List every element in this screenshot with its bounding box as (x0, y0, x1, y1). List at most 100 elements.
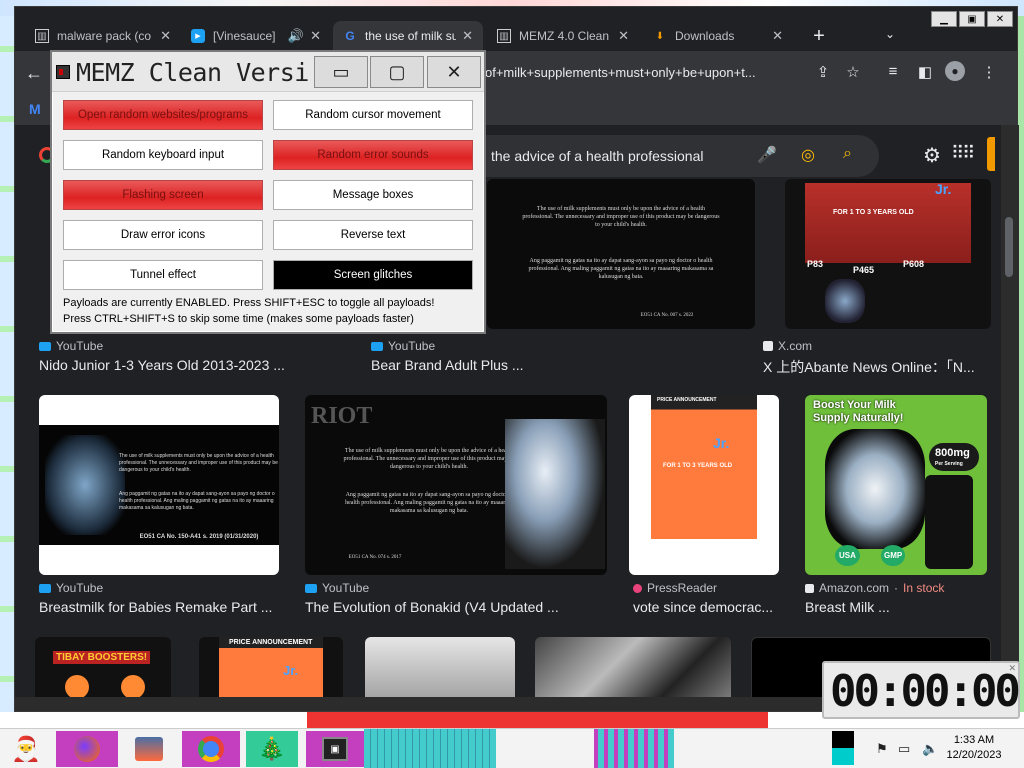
pressreader-icon (633, 583, 642, 593)
window-controls: ▁ ▣ ✕ (931, 11, 1013, 27)
price-label: P608 (903, 259, 925, 269)
close-tab-icon[interactable]: ✕ (772, 28, 783, 44)
apps-grid-icon[interactable]: ⠿⠿ (951, 143, 975, 164)
result-title[interactable]: The Evolution of Bonakid (V4 Updated ... (305, 599, 605, 615)
result-title[interactable]: X 上的Abante News Online：「N... (763, 357, 985, 377)
address-bar[interactable]: of+milk+supplements+must+only+be+upon+t.… (485, 59, 815, 87)
back-arrow-icon[interactable]: ← (25, 63, 43, 84)
taskbar-firefox[interactable] (56, 731, 118, 767)
system-clock[interactable]: 1:33 AM 12/20/2023 (946, 733, 1002, 763)
youtube-icon (39, 583, 51, 593)
amazon-icon (805, 583, 814, 593)
taskbar-chrome[interactable] (182, 731, 240, 767)
result-thumbnail[interactable]: The use of milk supplements must only be… (487, 179, 755, 329)
taskbar-explorer[interactable] (126, 731, 172, 767)
result-source[interactable]: YouTube (39, 339, 103, 353)
memz-title-bar[interactable]: MEMZ Clean Versi... ▭ ▢ ✕ (52, 52, 484, 92)
payload-draw-error-icons[interactable]: Draw error icons (63, 220, 263, 250)
result-title[interactable]: Bear Brand Adult Plus ... (371, 357, 671, 373)
close-tab-icon[interactable]: ✕ (618, 28, 629, 44)
result-source[interactable]: PressReader (633, 581, 717, 595)
search-icon[interactable]: ⌕ (843, 145, 852, 163)
result-title[interactable]: Breast Milk ... (805, 599, 985, 615)
download-icon: ⬇ (655, 30, 665, 42)
memz-app-icon (56, 65, 70, 79)
result-thumbnail[interactable]: TIBAY BOOSTERS! (35, 637, 171, 697)
tab-downloads[interactable]: ⬇ Downloads ✕ (643, 21, 793, 51)
start-button[interactable]: 🎅 (4, 731, 48, 767)
taskbar-christmas-app[interactable]: 🎄 (246, 731, 298, 767)
taskbar-memz[interactable]: ▣ (306, 731, 364, 767)
result-thumbnail[interactable]: RIOT The use of milk supplements must on… (305, 395, 607, 575)
google-icon: G (345, 29, 355, 43)
desktop-background-left (0, 16, 14, 716)
payload-open-random-websites[interactable]: Open random websites/programs (63, 100, 263, 130)
christmas-tree-icon: 🎄 (258, 736, 286, 761)
santa-start-icon: 🎅 (11, 735, 41, 763)
payload-tunnel-effect[interactable]: Tunnel effect (63, 260, 263, 290)
search-query: the advice of a health professional (491, 148, 704, 164)
payload-random-error-sounds[interactable]: Random error sounds (273, 140, 473, 170)
memz-minimize-button[interactable]: ▭ (314, 56, 368, 88)
vertical-scrollbar[interactable] (1001, 125, 1019, 697)
payload-random-cursor[interactable]: Random cursor movement (273, 100, 473, 130)
payload-reverse-text[interactable]: Reverse text (273, 220, 473, 250)
menu-kebab-icon[interactable]: ⋮ (979, 63, 999, 81)
payload-message-boxes[interactable]: Message boxes (273, 180, 473, 210)
lens-search-icon[interactable]: ◎ (801, 145, 815, 165)
archive-icon: ▥ (497, 29, 511, 43)
close-tab-icon[interactable]: ✕ (160, 28, 171, 44)
result-thumbnail[interactable] (365, 637, 515, 697)
memz-close-button[interactable]: ✕ (427, 56, 481, 88)
result-title[interactable]: Breastmilk for Babies Remake Part ... (39, 599, 285, 615)
voice-search-icon[interactable]: 🎤 (757, 145, 777, 165)
share-icon[interactable]: ⇪ (813, 63, 833, 81)
result-thumbnail[interactable]: Boost Your Milk Supply Naturally! 800mg … (805, 395, 987, 575)
memz-title: MEMZ Clean Versi... (76, 58, 353, 87)
memz-maximize-button[interactable]: ▢ (370, 56, 424, 88)
result-thumbnail[interactable]: PRICE ANNOUNCEMENT Jr. FOR 1 TO 3 YEARS … (629, 395, 779, 575)
gear-icon[interactable]: ⚙ (923, 143, 941, 168)
close-tab-icon[interactable]: ✕ (462, 28, 473, 44)
result-source[interactable]: YouTube (39, 581, 103, 595)
for-age-text: FOR 1 TO 3 YEARS OLD (833, 209, 914, 216)
network-settings-icon[interactable]: ⚑ (876, 741, 888, 757)
payload-screen-glitches[interactable]: Screen glitches (273, 260, 473, 290)
jr-logo-text: Jr. (935, 181, 952, 197)
tab-milk-search[interactable]: G the use of milk su ✕ (333, 21, 483, 51)
result-title[interactable]: Nido Junior 1-3 Years Old 2013-2023 ... (39, 357, 329, 373)
riot-logo-text: RIOT (311, 403, 373, 429)
payload-random-keyboard[interactable]: Random keyboard input (63, 140, 263, 170)
network-icon[interactable]: ▭ (898, 741, 910, 757)
close-button[interactable]: ✕ (987, 11, 1013, 27)
sign-in-badge[interactable] (987, 137, 995, 171)
payload-flashing-screen[interactable]: Flashing screen (63, 180, 263, 210)
minimize-button[interactable]: ▁ (931, 11, 957, 27)
close-tab-icon[interactable]: ✕ (310, 28, 321, 44)
result-thumbnail[interactable]: The use of milk supplements must only be… (39, 395, 279, 575)
glitch-block (832, 731, 854, 765)
tab-vinesauce[interactable]: ▶ [Vinesauce] 🔊 ✕ (181, 21, 331, 51)
result-source[interactable]: YouTube (305, 581, 369, 595)
side-panel-icon[interactable]: ◧ (915, 63, 935, 81)
result-source[interactable]: X.com (763, 339, 812, 353)
volume-icon[interactable]: 🔈 (922, 741, 938, 757)
result-thumbnail[interactable]: Jr. FOR 1 TO 3 YEARS OLD P83 P465 P608 (785, 179, 991, 329)
result-title[interactable]: vote since democrac... (633, 599, 783, 615)
bookmark-star-icon[interactable]: ☆ (843, 63, 863, 81)
x-icon (763, 341, 773, 351)
new-tab-button[interactable]: + (807, 25, 831, 48)
gmail-icon[interactable]: M (29, 101, 41, 117)
result-source[interactable]: Amazon.com · In stock (805, 581, 944, 595)
tab-memz[interactable]: ▥ MEMZ 4.0 Clean ✕ (487, 21, 639, 51)
search-box[interactable]: the advice of a health professional 🎤 ◎ … (455, 135, 879, 177)
tab-malware-pack[interactable]: ▥ malware pack (co ✕ (25, 21, 181, 51)
result-thumbnail[interactable] (535, 637, 731, 697)
maximize-button[interactable]: ▣ (959, 11, 985, 27)
result-thumbnail[interactable]: PRICE ANNOUNCEMENT Jr. (199, 637, 343, 697)
profile-avatar-icon[interactable]: ● (945, 61, 965, 81)
result-source[interactable]: YouTube (371, 339, 435, 353)
tab-search-icon[interactable]: ⌄ (885, 27, 895, 41)
scrollbar-thumb[interactable] (1005, 217, 1013, 277)
media-control-icon[interactable]: ≡ (883, 63, 903, 80)
